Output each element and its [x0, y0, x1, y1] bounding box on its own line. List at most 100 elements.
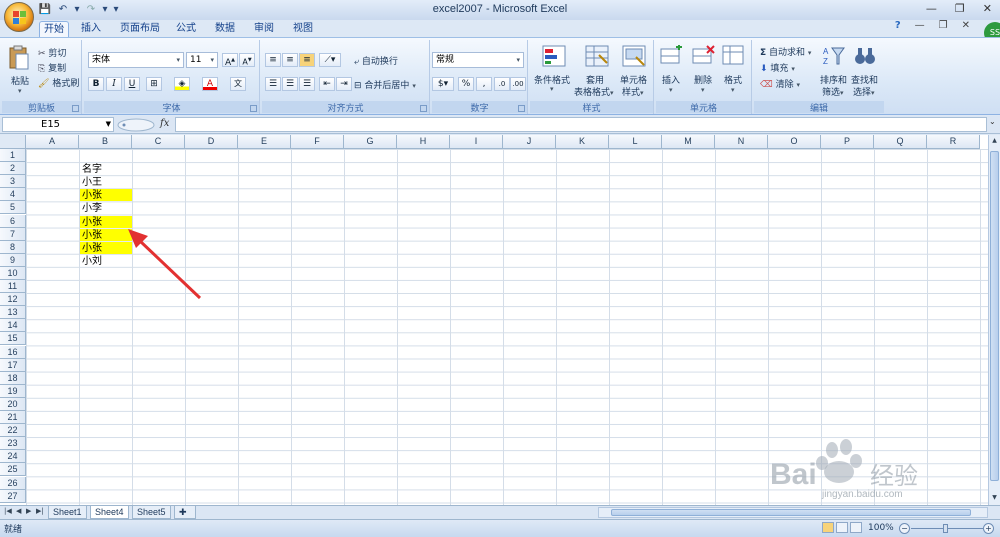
format-painter-button[interactable]: 🖌 格式刷: [38, 76, 79, 89]
cut-button[interactable]: ✂ 剪切: [38, 46, 66, 59]
clear-button[interactable]: ⌫ 清除 ▾: [760, 77, 800, 90]
page-break-view-icon[interactable]: [850, 522, 862, 533]
bold-button[interactable]: B: [88, 77, 104, 91]
tab-review[interactable]: 审阅: [250, 21, 278, 37]
increase-indent-icon[interactable]: ⇥: [336, 77, 352, 91]
sheet-tab-sheet4[interactable]: Sheet4: [90, 506, 129, 519]
clipboard-launcher-icon[interactable]: [72, 105, 79, 112]
normal-view-icon[interactable]: [822, 522, 834, 533]
merge-center-button[interactable]: ⊟ 合并后居中 ▾: [354, 78, 416, 91]
cell-styles-label-2[interactable]: 样式▾: [622, 85, 644, 98]
formula-bar-splitter-icon[interactable]: [116, 118, 156, 132]
zoom-level[interactable]: 100%: [868, 523, 894, 533]
name-box[interactable]: E15 ▼: [2, 117, 114, 132]
tab-view[interactable]: 视图: [289, 21, 317, 37]
format-table-icon[interactable]: [585, 45, 609, 67]
fill-button[interactable]: ⬇ 填充 ▾: [760, 61, 795, 74]
wrap-text-button[interactable]: ⤶ 自动换行: [354, 54, 398, 67]
tab-data[interactable]: 数据: [211, 21, 239, 37]
insert-cells-icon[interactable]: [660, 45, 684, 67]
align-middle-icon[interactable]: ≡: [282, 53, 298, 67]
close-icon[interactable]: ✕: [983, 2, 992, 15]
expand-formula-bar-icon[interactable]: ⌄: [989, 117, 999, 132]
cell-styles-icon[interactable]: [622, 45, 646, 67]
format-table-label-2[interactable]: 表格格式▾: [574, 85, 614, 98]
number-launcher-icon[interactable]: [518, 105, 525, 112]
borders-icon[interactable]: ⊞: [146, 77, 162, 91]
font-launcher-icon[interactable]: [250, 105, 257, 112]
workbook-close-icon[interactable]: ✕: [962, 20, 970, 31]
font-size-select[interactable]: 11 ▾: [186, 52, 218, 68]
formula-input[interactable]: [175, 117, 987, 132]
scroll-up-icon[interactable]: ▲: [990, 137, 999, 146]
scroll-down-icon[interactable]: ▼: [990, 494, 999, 503]
tab-page-layout[interactable]: 页面布局: [116, 21, 164, 37]
binoculars-icon[interactable]: [853, 45, 877, 67]
delete-cells-dd[interactable]: ▾: [701, 85, 705, 95]
tab-insert[interactable]: 插入: [77, 21, 105, 37]
horizontal-scroll-thumb[interactable]: [611, 509, 971, 516]
page-layout-view-icon[interactable]: [836, 522, 848, 533]
format-cells-dd[interactable]: ▾: [731, 85, 735, 95]
insert-cells-dd[interactable]: ▾: [669, 85, 673, 95]
vertical-scroll-thumb[interactable]: [990, 151, 999, 481]
name-box-dropdown-icon[interactable]: ▼: [106, 118, 111, 131]
last-sheet-icon[interactable]: ▶|: [36, 507, 44, 515]
prev-sheet-icon[interactable]: ◀: [16, 507, 21, 515]
paste-icon[interactable]: [8, 44, 30, 72]
percent-button[interactable]: %: [458, 77, 474, 91]
zoom-out-icon[interactable]: −: [899, 523, 910, 534]
alignment-launcher-icon[interactable]: [420, 105, 427, 112]
copy-button[interactable]: ⎘ 复制: [38, 61, 66, 74]
find-select-label-2[interactable]: 选择▾: [853, 85, 875, 98]
paste-dropdown-icon[interactable]: ▾: [18, 86, 22, 96]
decrease-indent-icon[interactable]: ⇤: [319, 77, 335, 91]
align-right-icon[interactable]: ☰: [299, 77, 315, 91]
orientation-icon[interactable]: ⟋▾: [319, 53, 341, 67]
conditional-format-icon[interactable]: [542, 45, 566, 67]
decrease-decimal-icon[interactable]: .00: [510, 77, 526, 91]
comma-button[interactable]: ,: [476, 77, 492, 91]
worksheet-grid[interactable]: ABCDEFGHIJKLMNOPQR 1 2 3 4 5 6 7 8 9 10 11 12 13 14 15…: [0, 135, 988, 505]
align-top-icon[interactable]: ≡: [265, 53, 281, 67]
restore-icon[interactable]: ❐: [955, 2, 965, 15]
insert-function-icon[interactable]: fx: [160, 118, 169, 129]
office-button[interactable]: [4, 2, 34, 32]
insert-sheet-icon[interactable]: ✚: [174, 506, 196, 519]
horizontal-scrollbar[interactable]: [598, 507, 988, 518]
minimize-icon[interactable]: —: [926, 2, 937, 15]
zoom-in-icon[interactable]: +: [983, 523, 994, 534]
autosum-button[interactable]: Σ 自动求和 ▾: [760, 45, 811, 58]
vertical-scrollbar[interactable]: ▲ ▼: [988, 135, 1000, 505]
sheet-tab-sheet5[interactable]: Sheet5: [132, 506, 171, 519]
sort-filter-icon[interactable]: AZ: [822, 45, 846, 67]
first-sheet-icon[interactable]: |◀: [4, 507, 12, 515]
underline-button[interactable]: U: [124, 77, 140, 91]
tab-formulas[interactable]: 公式: [172, 21, 200, 37]
zoom-knob[interactable]: [943, 524, 948, 533]
tab-home[interactable]: 开始: [39, 21, 69, 37]
grow-font-icon[interactable]: A▲: [222, 53, 238, 68]
ribbon-restore-icon[interactable]: ❐: [939, 20, 948, 31]
align-left-icon[interactable]: ☰: [265, 77, 281, 91]
sort-filter-label-2[interactable]: 筛选▾: [822, 85, 844, 98]
phonetic-icon[interactable]: 文: [230, 77, 246, 91]
sheet-tab-sheet1[interactable]: Sheet1: [48, 506, 87, 519]
shrink-font-icon[interactable]: A▼: [239, 53, 255, 67]
font-color-icon[interactable]: A: [202, 77, 218, 91]
format-cells-icon[interactable]: [722, 45, 746, 67]
align-bottom-icon[interactable]: ≡: [299, 53, 315, 67]
number-format-select[interactable]: 常规 ▾: [432, 52, 524, 68]
help-icon[interactable]: ?: [895, 20, 901, 31]
font-name-select[interactable]: 宋体 ▾: [88, 52, 184, 68]
fill-color-icon[interactable]: ◈: [174, 77, 190, 91]
ribbon-minimize-icon[interactable]: —: [915, 20, 925, 31]
accounting-format-icon[interactable]: $▾: [432, 77, 454, 91]
delete-cells-icon[interactable]: [692, 45, 716, 67]
align-center-icon[interactable]: ☰: [282, 77, 298, 91]
next-sheet-icon[interactable]: ▶: [26, 507, 31, 515]
zoom-slider[interactable]: − +: [899, 523, 994, 534]
increase-decimal-icon[interactable]: .0: [494, 77, 510, 91]
conditional-format-dd[interactable]: ▾: [550, 84, 554, 94]
italic-button[interactable]: I: [106, 77, 122, 91]
